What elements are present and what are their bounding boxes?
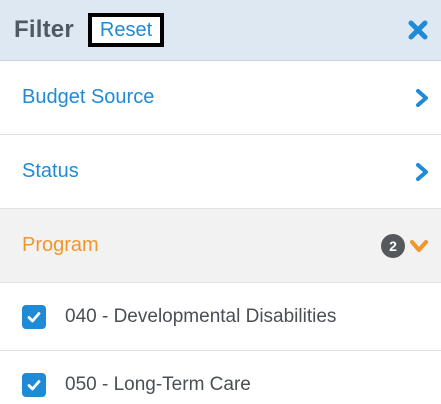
option-developmental-disabilities[interactable]: 040 - Developmental Disabilities	[0, 283, 441, 351]
section-label: Program	[22, 234, 99, 256]
checkbox-checked[interactable]	[22, 304, 46, 329]
chevron-down-icon	[409, 239, 429, 253]
checkmark-icon	[27, 311, 41, 322]
filter-title: Filter	[14, 16, 74, 43]
option-long-term-care[interactable]: 050 - Long-Term Care	[0, 351, 441, 404]
section-label: Status	[22, 160, 79, 182]
filter-header: Filter Reset	[0, 0, 441, 61]
option-label: 050 - Long-Term Care	[65, 373, 251, 395]
selected-count-badge: 2	[381, 233, 405, 258]
section-label: Budget Source	[22, 86, 155, 108]
checkmark-icon	[27, 379, 41, 390]
chevron-right-icon	[415, 162, 429, 182]
section-program[interactable]: Program 2	[0, 209, 441, 283]
checkbox-checked[interactable]	[22, 372, 46, 397]
section-status[interactable]: Status	[0, 135, 441, 209]
option-label: 040 - Developmental Disabilities	[65, 305, 337, 327]
chevron-right-icon	[415, 88, 429, 108]
close-icon[interactable]	[407, 19, 429, 41]
section-budget-source[interactable]: Budget Source	[0, 61, 441, 135]
filter-panel: Filter Reset Budget Source Status Progra…	[0, 0, 441, 404]
reset-button[interactable]: Reset	[87, 13, 165, 47]
